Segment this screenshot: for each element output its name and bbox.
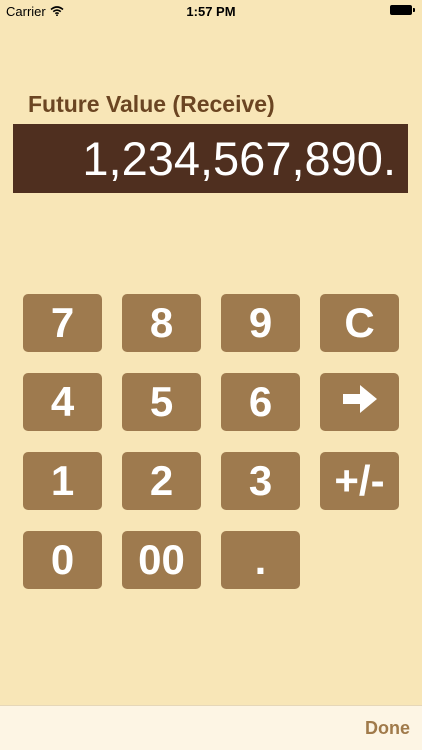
field-label: Future Value (Receive) <box>28 91 275 117</box>
next-button[interactable] <box>320 373 399 431</box>
done-button[interactable]: Done <box>365 718 410 739</box>
key-9[interactable]: 9 <box>221 294 300 352</box>
battery-icon <box>390 5 415 15</box>
arrow-right-icon <box>340 373 380 431</box>
status-bar: Carrier 1:57 PM <box>0 0 422 22</box>
decimal-button[interactable]: . <box>221 531 300 589</box>
key-00[interactable]: 00 <box>122 531 201 589</box>
key-1[interactable]: 1 <box>23 452 102 510</box>
value-display: 1,234,567,890. <box>13 124 408 193</box>
key-2[interactable]: 2 <box>122 452 201 510</box>
key-6[interactable]: 6 <box>221 373 300 431</box>
key-7[interactable]: 7 <box>23 294 102 352</box>
status-time: 1:57 PM <box>186 4 236 19</box>
key-8[interactable]: 8 <box>122 294 201 352</box>
clear-button[interactable]: C <box>320 294 399 352</box>
key-3[interactable]: 3 <box>221 452 300 510</box>
bottom-toolbar: Done <box>0 705 422 750</box>
sign-toggle-button[interactable]: +/- <box>320 452 399 510</box>
key-0[interactable]: 0 <box>23 531 102 589</box>
key-5[interactable]: 5 <box>122 373 201 431</box>
key-4[interactable]: 4 <box>23 373 102 431</box>
